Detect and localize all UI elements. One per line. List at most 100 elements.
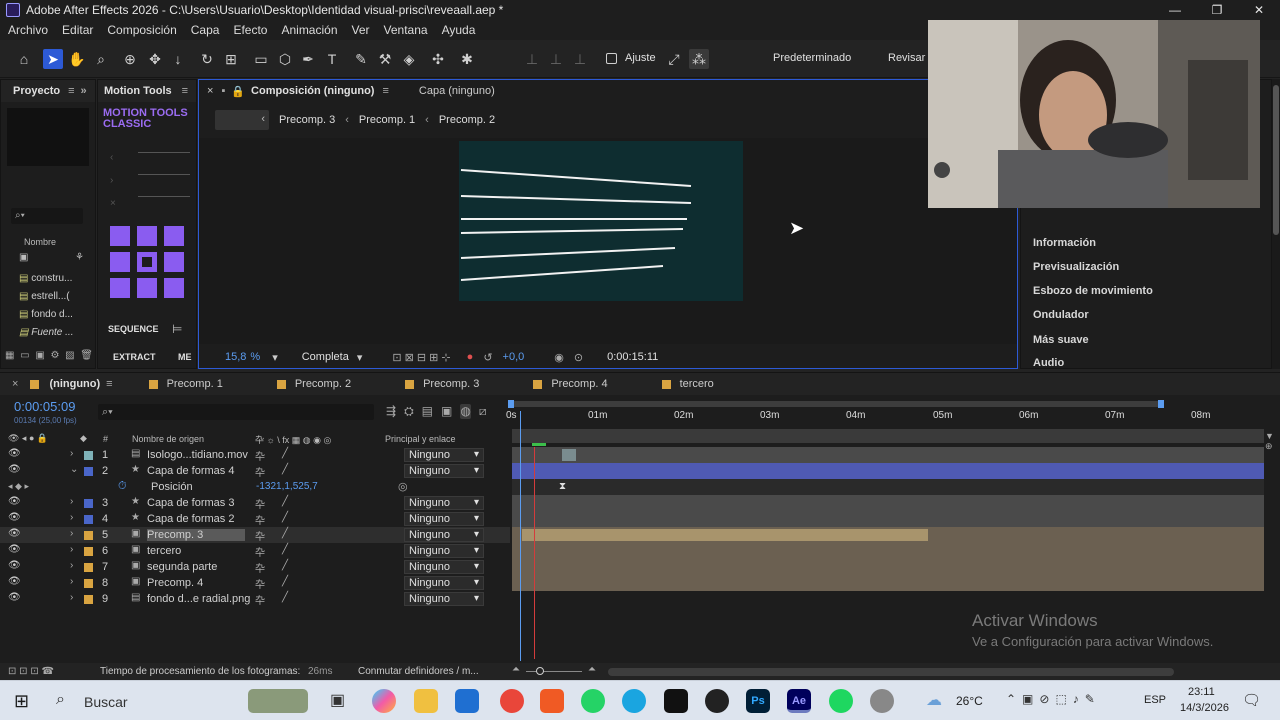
project-item[interactable]: ▤ estrell...( <box>19 288 89 306</box>
menu-editar[interactable]: Editar <box>54 23 99 37</box>
clone-stamp-icon[interactable]: ⚒ <box>375 49 395 69</box>
chevron-right-icon[interactable]: › <box>70 448 73 459</box>
axis-world-icon[interactable]: ⊥ <box>546 49 566 69</box>
layer-row[interactable]: 👁 › 1 ▤ Isologo...tidiano.mov 卆 ╱ Ninguno <box>0 447 510 463</box>
photoshop-icon[interactable]: Ps <box>746 689 770 713</box>
breadcrumb-precomp-1[interactable]: Precomp. 1 <box>359 114 415 126</box>
chevron-right-icon[interactable]: › <box>70 512 73 523</box>
label-color-swatch[interactable] <box>84 563 93 572</box>
mt-slider-2[interactable] <box>138 174 190 175</box>
composition-viewer[interactable]: ➤ <box>199 138 1017 344</box>
new-comp-icon[interactable]: ▣ <box>35 350 44 361</box>
panel-menu-icon[interactable]: ≡ <box>106 378 112 390</box>
quality-switch-icon[interactable]: ╱ <box>282 576 288 587</box>
search-highlight-image[interactable] <box>248 689 308 713</box>
brush-tool-icon[interactable]: ✎ <box>351 49 371 69</box>
delete-icon[interactable]: 🗑 <box>80 350 93 361</box>
layer-name[interactable]: segunda parte <box>147 561 217 573</box>
graph-editor-icon[interactable]: ⧄ <box>479 404 487 419</box>
pen-tool-icon[interactable]: ✒ <box>298 49 318 69</box>
label-color-swatch[interactable] <box>84 467 93 476</box>
whatsapp-icon[interactable] <box>581 689 605 713</box>
lock-icon-2[interactable]: 🔒 <box>231 85 245 98</box>
layer-bar-7[interactable] <box>512 559 1264 575</box>
label-color-swatch[interactable] <box>84 515 93 524</box>
panel-menu-icon[interactable]: ≡ <box>182 85 188 97</box>
tiktok-icon[interactable] <box>664 689 688 713</box>
layer-row[interactable]: 👁 › 5 ▣ Precomp. 3 卆 ╱ Ninguno <box>0 527 510 543</box>
layer-bar-3[interactable] <box>512 495 1264 511</box>
home-icon[interactable]: ⌂ <box>14 49 34 69</box>
chevron-left-icon[interactable]: ‹ <box>110 146 116 169</box>
work-area-bar[interactable] <box>508 400 1164 408</box>
eraser-tool-icon[interactable]: ◈ <box>399 49 419 69</box>
edge-icon[interactable] <box>622 689 646 713</box>
timeline-scrollbar[interactable] <box>608 668 1174 676</box>
chevron-right-icon[interactable]: › <box>70 528 73 539</box>
layer-bar-2[interactable] <box>512 463 1264 479</box>
layer-name[interactable]: tercero <box>147 545 181 557</box>
visibility-icon[interactable]: 👁 <box>8 560 21 571</box>
keyframe-icon[interactable]: ⧗ <box>559 481 566 492</box>
roto-brush-icon[interactable]: ✣ <box>428 49 448 69</box>
tab-composition[interactable]: Composición (ninguno) <box>251 85 374 97</box>
me-button[interactable]: ME <box>178 352 192 362</box>
project-settings-icon[interactable]: ⚙ <box>50 350 59 361</box>
workspace-review[interactable]: Revisar <box>888 52 925 64</box>
snap-options-icon[interactable]: ⤢ <box>664 49 684 69</box>
mt-slider-3[interactable] <box>138 196 190 197</box>
label-color-swatch[interactable] <box>84 499 93 508</box>
task-view-icon[interactable]: ▣ <box>330 690 345 710</box>
parent-dropdown[interactable]: Ninguno <box>404 528 484 542</box>
axis-local-icon[interactable]: ⊥ <box>522 49 542 69</box>
visibility-icon[interactable]: 👁 <box>8 592 21 603</box>
file-explorer-icon[interactable] <box>414 689 438 713</box>
toggle-switches-button[interactable]: Conmutar definidores / m... <box>358 666 479 677</box>
av-switches-icon[interactable]: 👁 ◂ ● 🔒 <box>8 433 48 444</box>
brave-icon[interactable] <box>540 689 564 713</box>
mt-slider-1[interactable] <box>138 152 190 153</box>
panel-esbozo-movimiento[interactable]: Esbozo de movimiento <box>1033 285 1153 297</box>
pick-whip-icon[interactable]: ◎ <box>398 480 408 493</box>
current-timecode[interactable]: 0:00:05:09 <box>14 399 75 414</box>
menu-efecto[interactable]: Efecto <box>225 23 273 37</box>
snap-grid-icon[interactable]: ⁂ <box>689 49 709 69</box>
tab-ninguno[interactable]: (ninguno) <box>49 378 100 390</box>
notifications-icon[interactable]: 🗨 <box>1242 691 1261 709</box>
orbit-camera-icon[interactable]: ⊕ <box>120 49 140 69</box>
language-indicator[interactable]: ESP <box>1144 694 1166 706</box>
panel-menu-icon[interactable]: ≡ <box>382 85 388 97</box>
lock-icon[interactable]: ▪ <box>221 85 225 97</box>
zoom-out-icon[interactable]: ⏶ <box>512 664 520 675</box>
menu-ver[interactable]: Ver <box>344 23 376 37</box>
dolly-camera-icon[interactable]: ↓ <box>168 49 188 69</box>
keyframe-nav-icon[interactable]: ◂ ◆ ▸ <box>8 481 29 492</box>
tab-precomp-1[interactable]: Precomp. 1 <box>167 378 223 390</box>
quality-switch-icon[interactable]: ╱ <box>282 544 288 555</box>
app-icon[interactable] <box>870 689 894 713</box>
column-source-name[interactable]: Nombre de origen <box>132 434 204 444</box>
parent-dropdown[interactable]: Ninguno <box>404 592 484 606</box>
project-item[interactable]: ▤ fondo d... <box>19 306 89 324</box>
layer-bar-8[interactable] <box>512 575 1264 591</box>
layer-bar-5[interactable] <box>512 527 1264 543</box>
puppet-pin-icon[interactable]: ✱ <box>457 49 477 69</box>
visibility-icon[interactable]: 👁 <box>8 464 21 475</box>
axis-view-icon[interactable]: ⊥ <box>570 49 590 69</box>
chrome-icon[interactable] <box>500 689 524 713</box>
visibility-icon[interactable]: 👁 <box>8 544 21 555</box>
tab-precomp-2[interactable]: Precomp. 2 <box>295 378 351 390</box>
reset-exposure-icon[interactable]: ↺ <box>483 351 492 364</box>
resolution-dropdown[interactable]: Completa <box>302 351 349 363</box>
chevron-down-icon[interactable]: ⌄ <box>70 464 78 475</box>
current-time-indicator[interactable] <box>520 411 521 661</box>
chevron-right-icon[interactable]: › <box>70 576 73 587</box>
sequence-button[interactable]: SEQUENCE <box>108 324 159 334</box>
menu-composicion[interactable]: Composición <box>99 23 182 37</box>
panel-informacion[interactable]: Información <box>1033 237 1096 249</box>
label-color-swatch[interactable] <box>84 595 93 604</box>
layer-name[interactable]: Precomp. 3 <box>147 529 246 541</box>
tab-layer[interactable]: Capa (ninguno) <box>419 85 495 97</box>
pan-camera-icon[interactable]: ✥ <box>145 49 165 69</box>
layer-search-input[interactable]: ⌕▾ <box>98 404 374 420</box>
